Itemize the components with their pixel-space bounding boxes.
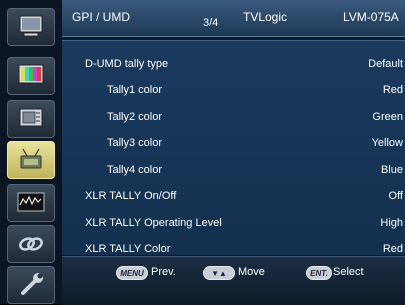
wrench-icon <box>21 273 43 295</box>
monitor-icon <box>19 15 43 37</box>
osd-menu-screen: GPI / UMD 3/4 TVLogic LVM-075A D-UMD tal… <box>0 0 405 305</box>
menu-row-xlr-tally-level[interactable]: XLR TALLY Operating Level High <box>62 213 405 235</box>
color-bars-icon <box>18 64 44 84</box>
menu-row-label: Tally1 color <box>107 84 163 96</box>
menu-row-label: XLR TALLY Operating Level <box>85 217 222 229</box>
menu-key-icon: MENU <box>116 266 148 280</box>
menu-row-tally4-color[interactable]: Tally4 color Blue <box>62 160 405 182</box>
brand-label: TVLogic <box>243 10 288 24</box>
menu-row-value: Off <box>388 190 403 202</box>
sidebar-item-screen[interactable] <box>7 100 55 138</box>
sidebar-item-tools[interactable] <box>7 266 55 304</box>
menu-row-value: Green <box>372 111 403 123</box>
category-sidebar <box>0 0 62 304</box>
menu-header: GPI / UMD 3/4 TVLogic LVM-075A <box>62 0 405 37</box>
menu-row-xlr-tally-onoff[interactable]: XLR TALLY On/Off Off <box>62 186 405 208</box>
sidebar-item-monitor[interactable] <box>7 8 55 46</box>
menu-row-value: Red <box>382 84 403 96</box>
menu-row-value: Blue <box>380 164 403 176</box>
sidebar-item-link[interactable] <box>7 225 55 263</box>
sidebar-item-waveform[interactable] <box>7 184 55 222</box>
menu-row-dumd-tally-type[interactable]: D-UMD tally type Default <box>62 54 405 76</box>
sidebar-item-color[interactable] <box>7 57 55 95</box>
menu-row-tally1-color[interactable]: Tally1 color Red <box>62 80 405 102</box>
menu-row-value: Yellow <box>371 137 403 149</box>
menu-row-value: Default <box>368 58 403 70</box>
menu-row-label: D-UMD tally type <box>85 58 169 70</box>
menu-row-label: XLR TALLY On/Off <box>85 190 177 202</box>
up-down-key-icon: ▼▲ <box>203 266 235 280</box>
key-guide-footer: MENU Prev. ▼▲ Move ENT. Select <box>62 256 405 305</box>
menu-row-label: Tally4 color <box>107 164 163 176</box>
sidebar-item-gpi-umd[interactable] <box>7 141 55 179</box>
menu-row-label: XLR TALLY Color <box>85 243 171 255</box>
enter-key-icon: ENT. <box>306 266 332 280</box>
move-label: Move <box>238 266 265 278</box>
prev-label: Prev. <box>151 266 176 278</box>
page-indicator: 3/4 <box>203 17 219 29</box>
waveform-icon <box>17 192 45 212</box>
section-title: GPI / UMD <box>72 10 131 24</box>
menu-row-value: High <box>380 217 403 229</box>
menu-row-tally3-color[interactable]: Tally3 color Yellow <box>62 133 405 155</box>
menu-row-label: Tally2 color <box>107 111 163 123</box>
gpi-tally-icon <box>20 148 42 169</box>
link-icon <box>19 237 43 251</box>
menu-panel: D-UMD tally type Default Tally1 color Re… <box>62 40 405 255</box>
model-label: LVM-075A <box>343 10 399 24</box>
select-label: Select <box>333 266 364 278</box>
menu-row-value: Red <box>382 243 403 255</box>
menu-row-tally2-color[interactable]: Tally2 color Green <box>62 107 405 129</box>
menu-row-label: Tally3 color <box>107 137 163 149</box>
screen-settings-icon <box>19 108 43 127</box>
